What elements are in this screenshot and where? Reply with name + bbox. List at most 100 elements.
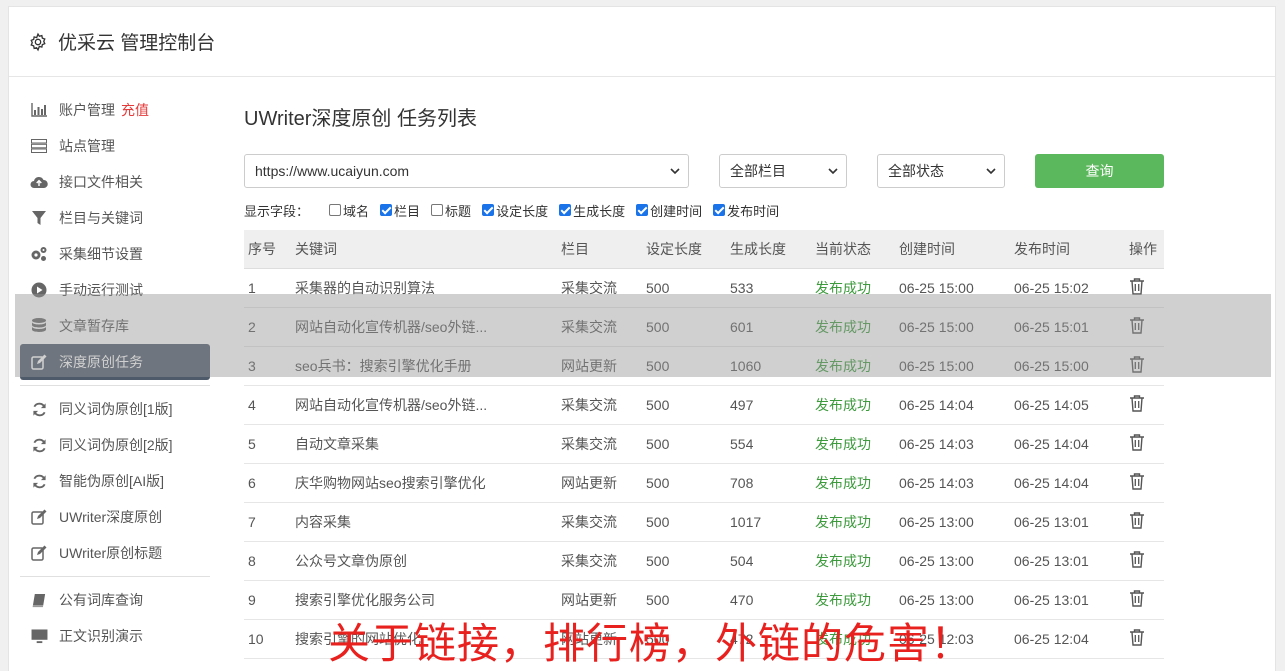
- field-checkbox-set-length[interactable]: 设定长度: [482, 201, 548, 220]
- field-checkbox-created[interactable]: 创建时间: [636, 201, 702, 220]
- table-row: 4 网站自动化宣传机器/seo外链... 采集交流 500 497 发布成功 06-25 1…: [244, 385, 1164, 425]
- trash-icon[interactable]: [1129, 628, 1145, 646]
- sidebar-item-account[interactable]: 账户管理 充值: [20, 92, 210, 128]
- table-cell: 采集交流: [557, 307, 642, 347]
- table-row: 6 庆华购物网站seo搜索引擎优化 网站更新 500 708 发布成功 06-25 14:0…: [244, 463, 1164, 503]
- app-title: 优采云 管理控制台: [58, 33, 216, 54]
- checkbox[interactable]: [636, 204, 649, 216]
- sidebar-item-text-recognition[interactable]: 正文识别演示: [20, 618, 210, 654]
- table-cell: 06-25 13:01: [1010, 502, 1125, 542]
- chevron-down-icon: [828, 168, 838, 175]
- trash-icon[interactable]: [1129, 472, 1145, 490]
- sidebar-item-manual-test[interactable]: 手动运行测试: [20, 272, 210, 308]
- table-cell: 06-25 14:04: [1010, 463, 1125, 503]
- field-checkbox-gen-length[interactable]: 生成长度: [559, 201, 625, 220]
- table-cell: 公众号文章伪原创: [291, 541, 557, 581]
- delete-action[interactable]: [1125, 268, 1164, 308]
- delete-action[interactable]: [1125, 424, 1164, 464]
- table-cell: 06-25 15:00: [895, 346, 1010, 386]
- field-checkbox-column[interactable]: 栏目: [380, 201, 420, 220]
- table-cell: 发布成功: [811, 463, 895, 503]
- trash-icon[interactable]: [1129, 277, 1145, 295]
- query-button[interactable]: 查询: [1035, 154, 1164, 188]
- delete-action[interactable]: [1125, 307, 1164, 347]
- status-select[interactable]: 全部状态: [877, 154, 1005, 188]
- delete-action[interactable]: [1125, 541, 1164, 581]
- sidebar-item-label: 栏目与关键词: [59, 210, 143, 226]
- sidebar-item-smart-ai[interactable]: 智能伪原创[AI版]: [20, 463, 210, 499]
- sidebar-item-uwriter-deep[interactable]: UWriter深度原创: [20, 499, 210, 535]
- book-icon: [30, 591, 48, 609]
- site-select[interactable]: https://www.ucaiyun.com: [244, 154, 689, 188]
- sidebar-item-deep-original-tasks[interactable]: 深度原创任务: [20, 344, 210, 380]
- checkbox[interactable]: [482, 204, 495, 216]
- trash-icon[interactable]: [1129, 394, 1145, 412]
- field-checkbox-title[interactable]: 标题: [431, 201, 471, 220]
- sidebar: 账户管理 充值 站点管理 接口文件相关 栏目与关键词 采集细节设置 手动运行测试…: [20, 92, 210, 654]
- status-select-value: 全部状态: [888, 163, 944, 179]
- delete-action[interactable]: [1125, 346, 1164, 386]
- sidebar-item-collect-settings[interactable]: 采集细节设置: [20, 236, 210, 272]
- checkbox-label: 域名: [343, 203, 370, 219]
- column-header: 栏目: [557, 230, 642, 269]
- delete-action[interactable]: [1125, 580, 1164, 620]
- table-row: 5 自动文章采集 采集交流 500 554 发布成功 06-25 14:03 06-25 14…: [244, 424, 1164, 464]
- table-cell: 庆华购物网站seo搜索引擎优化: [291, 463, 557, 503]
- page-title: UWriter深度原创 任务列表: [244, 108, 477, 130]
- sidebar-item-api-files[interactable]: 接口文件相关: [20, 164, 210, 200]
- edit-icon: [30, 508, 48, 526]
- chevron-down-icon: [670, 168, 680, 175]
- column-select[interactable]: 全部栏目: [719, 154, 847, 188]
- gears-icon: [30, 245, 48, 263]
- sidebar-item-synonym-v1[interactable]: 同义词伪原创[1版]: [20, 391, 210, 427]
- table-cell: 采集交流: [557, 385, 642, 425]
- delete-action[interactable]: [1125, 502, 1164, 542]
- checkbox[interactable]: [380, 204, 393, 216]
- table-cell: 10: [244, 619, 291, 659]
- table-cell: 601: [726, 307, 811, 347]
- sidebar-item-article-store[interactable]: 文章暂存库: [20, 308, 210, 344]
- recharge-link[interactable]: 充值: [121, 100, 149, 120]
- table-header-row: 序号 关键词 栏目 设定长度 生成长度 当前状态 创建时间 发布时间 操作: [244, 230, 1164, 269]
- trash-icon[interactable]: [1129, 511, 1145, 529]
- table-cell: 06-25 13:01: [1010, 541, 1125, 581]
- filter-icon: [30, 209, 48, 227]
- table-cell: seo兵书：搜索引擎优化手册: [291, 346, 557, 386]
- trash-icon[interactable]: [1129, 316, 1145, 334]
- sidebar-item-label: 接口文件相关: [59, 174, 143, 190]
- checkbox[interactable]: [431, 204, 444, 216]
- table-cell: 500: [642, 268, 726, 308]
- table-cell: 500: [642, 307, 726, 347]
- gear-icon: [30, 32, 46, 51]
- table-cell: 06-25 14:04: [895, 385, 1010, 425]
- sidebar-item-columns-keywords[interactable]: 栏目与关键词: [20, 200, 210, 236]
- delete-action[interactable]: [1125, 385, 1164, 425]
- checkbox-label: 生成长度: [573, 203, 626, 219]
- table-row: 8 公众号文章伪原创 采集交流 500 504 发布成功 06-25 13:00 06-25 …: [244, 541, 1164, 581]
- delete-action[interactable]: [1125, 463, 1164, 503]
- checkbox[interactable]: [713, 204, 726, 216]
- server-icon: [30, 137, 48, 155]
- trash-icon[interactable]: [1129, 433, 1145, 451]
- sidebar-item-sites[interactable]: 站点管理: [20, 128, 210, 164]
- field-checkbox-domain[interactable]: 域名: [329, 201, 369, 220]
- table-cell: 网站自动化宣传机器/seo外链...: [291, 307, 557, 347]
- top-bar: 优采云 管理控制台: [9, 7, 1275, 77]
- sidebar-item-public-dict[interactable]: 公有词库查询: [20, 582, 210, 618]
- delete-action[interactable]: [1125, 619, 1164, 659]
- checkbox[interactable]: [559, 204, 572, 216]
- sidebar-item-uwriter-title[interactable]: UWriter原创标题: [20, 535, 210, 571]
- table-cell: 网站更新: [557, 346, 642, 386]
- trash-icon[interactable]: [1129, 355, 1145, 373]
- table-cell: 发布成功: [811, 268, 895, 308]
- table-row: 2 网站自动化宣传机器/seo外链... 采集交流 500 601 发布成功 06-25 1…: [244, 307, 1164, 347]
- main-content: UWriter深度原创 任务列表 https://www.ucaiyun.com…: [244, 92, 1164, 659]
- trash-icon[interactable]: [1129, 550, 1145, 568]
- field-checkbox-published[interactable]: 发布时间: [713, 201, 779, 220]
- sidebar-divider: [20, 385, 210, 386]
- sidebar-item-label: 同义词伪原创[2版]: [59, 437, 173, 453]
- checkbox[interactable]: [329, 204, 342, 216]
- trash-icon[interactable]: [1129, 589, 1145, 607]
- column-header: 关键词: [291, 230, 557, 269]
- sidebar-item-synonym-v2[interactable]: 同义词伪原创[2版]: [20, 427, 210, 463]
